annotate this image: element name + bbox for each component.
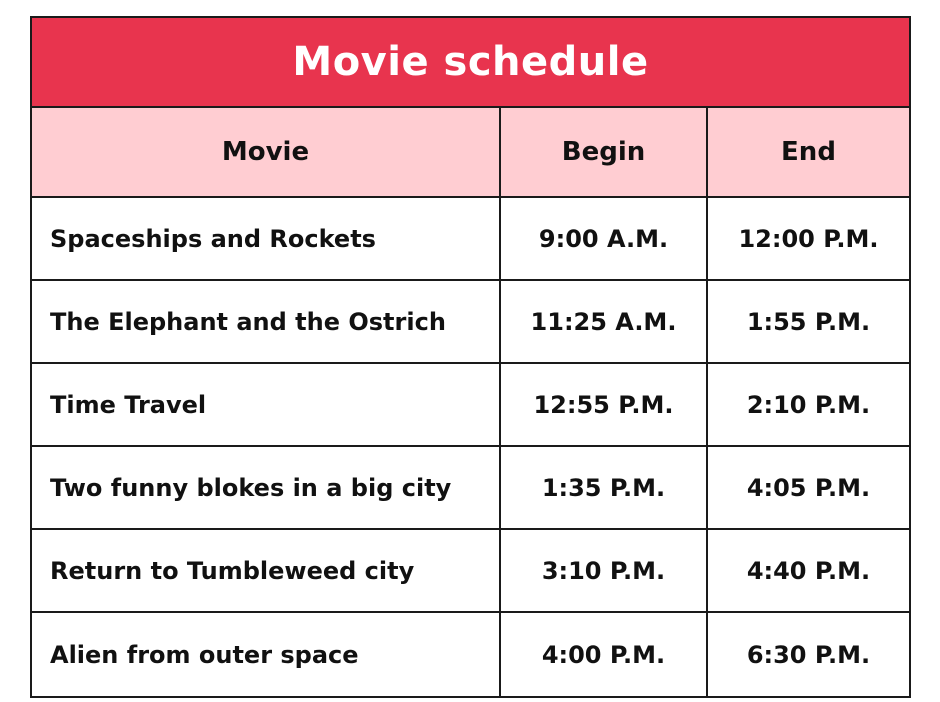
header-end: End	[708, 108, 909, 198]
begin-time-cell: 3:10 P.M.	[501, 530, 708, 613]
end-time-cell: 6:30 P.M.	[746, 640, 871, 669]
end-time-cell: 2:10 P.M.	[708, 364, 909, 447]
movie-name-cell: Alien from outer space	[32, 613, 501, 696]
movie-schedule-table: Movie schedule Movie Begin End Spaceship…	[30, 16, 911, 698]
schedule-title: Movie schedule	[292, 39, 649, 85]
movie-name-cell: Return to Tumbleweed city	[32, 530, 501, 613]
movie-name-cell: Spaceships and Rockets	[32, 198, 501, 281]
begin-time-cell: 1:35 P.M.	[501, 447, 708, 530]
header-movie: Movie	[32, 108, 501, 198]
begin-time-cell: 4:00 P.M.	[501, 613, 708, 696]
movie-name-cell: Two funny blokes in a big city	[32, 447, 501, 530]
begin-time-cell: 9:00 A.M.	[501, 198, 708, 281]
end-time-cell: 1:55 P.M.	[708, 281, 909, 364]
begin-time-cell: 11:25 A.M.	[501, 281, 708, 364]
end-time-cell: 4:40 P.M.	[708, 530, 909, 613]
title-bar: Movie schedule	[32, 18, 909, 108]
header-begin: Begin	[501, 108, 708, 198]
schedule-grid: Movie Begin End Spaceships and Rockets 9…	[32, 108, 909, 696]
movie-name-cell: The Elephant and the Ostrich	[32, 281, 501, 364]
end-time-cell: 12:00 P.M.	[708, 198, 909, 281]
movie-name-cell: Time Travel	[32, 364, 501, 447]
end-time-cell: 4:05 P.M.	[708, 447, 909, 530]
begin-time-cell: 12:55 P.M.	[501, 364, 708, 447]
